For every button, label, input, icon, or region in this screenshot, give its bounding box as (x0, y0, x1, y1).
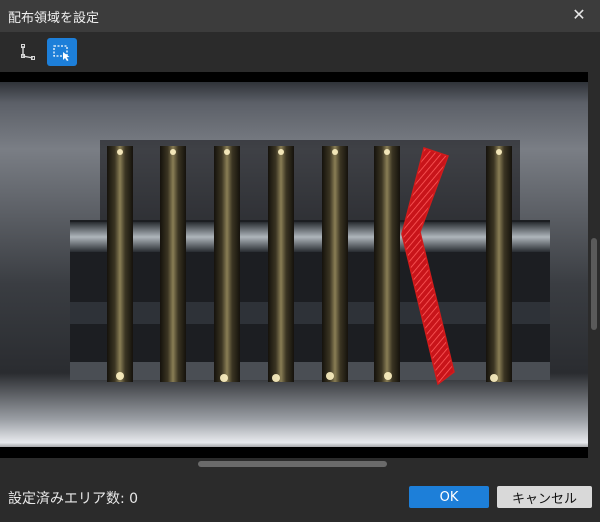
status-label: 設定済みエリア数: (8, 491, 125, 507)
horizontal-scrollbar[interactable] (0, 458, 588, 470)
polygon-tool-icon (21, 44, 35, 60)
title-bar: 配布領域を設定 ✕ (0, 0, 600, 32)
close-icon[interactable]: ✕ (568, 4, 590, 26)
cancel-button[interactable]: キャンセル (497, 486, 592, 508)
ok-button[interactable]: OK (409, 486, 489, 508)
polygon-tool-button[interactable] (13, 38, 43, 66)
image-canvas[interactable] (0, 72, 588, 458)
toolbar (0, 32, 600, 72)
vertical-scrollbar[interactable] (588, 72, 600, 470)
status-count: 0 (129, 491, 139, 507)
configured-area-count: 設定済みエリア数: 0 (8, 488, 138, 508)
vertical-scroll-thumb[interactable] (591, 238, 597, 330)
connector-photo (0, 72, 588, 458)
region-select-icon (53, 45, 70, 61)
footer: 設定済みエリア数: 0 OK キャンセル (0, 470, 600, 522)
horizontal-scroll-thumb[interactable] (198, 461, 387, 467)
window-title: 配布領域を設定 (8, 11, 100, 26)
region-select-button[interactable] (47, 38, 77, 66)
